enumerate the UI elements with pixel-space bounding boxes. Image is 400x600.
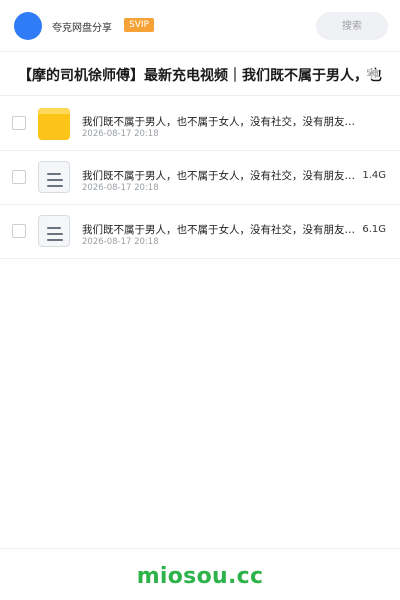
file-date: 2026-08-17 20:18 (82, 237, 159, 247)
file-row[interactable]: 我们既不属于男人，也不属于女人，没有社交，没有朋友… 2026-08-17 20… (0, 97, 400, 151)
file-row[interactable]: 我们既不属于男人，也不属于女人，没有社交，没有朋友… 2026-08-17 20… (0, 205, 400, 259)
folder-icon (38, 108, 70, 140)
header-bar: 夸克网盘分享 SVIP (0, 0, 400, 52)
file-checkbox[interactable] (12, 116, 26, 130)
svip-badge: SVIP (124, 18, 154, 32)
site-watermark: miosou.cc (136, 564, 264, 589)
username: 夸克网盘分享 (52, 23, 112, 34)
document-icon (38, 215, 70, 247)
avatar[interactable] (14, 12, 42, 40)
file-row[interactable]: 我们既不属于男人，也不属于女人，没有社交，没有朋友… 2026-08-17 20… (0, 151, 400, 205)
file-name[interactable]: 我们既不属于男人，也不属于女人，没有社交，没有朋友… (82, 114, 372, 129)
file-name[interactable]: 我们既不属于男人，也不属于女人，没有社交，没有朋友… (82, 222, 372, 237)
file-checkbox[interactable] (12, 224, 26, 238)
footer-bar: miosou.cc (0, 548, 400, 600)
file-size: 1.4G (360, 170, 386, 181)
file-checkbox[interactable] (12, 170, 26, 184)
folder-title: 【摩的司机徐师傅】最新充电视频｜我们既不属于男人，也 (18, 68, 382, 84)
search-input[interactable] (316, 12, 388, 40)
file-date: 2026-08-17 20:18 (82, 129, 159, 139)
folder-size: 5G (366, 69, 379, 79)
file-date: 2026-08-17 20:18 (82, 183, 159, 193)
folder-title-row: 【摩的司机徐师傅】最新充电视频｜我们既不属于男人，也 5G (0, 52, 400, 96)
file-size: 6.1G (360, 224, 386, 235)
document-icon (38, 161, 70, 193)
file-name[interactable]: 我们既不属于男人，也不属于女人，没有社交，没有朋友… (82, 168, 372, 183)
